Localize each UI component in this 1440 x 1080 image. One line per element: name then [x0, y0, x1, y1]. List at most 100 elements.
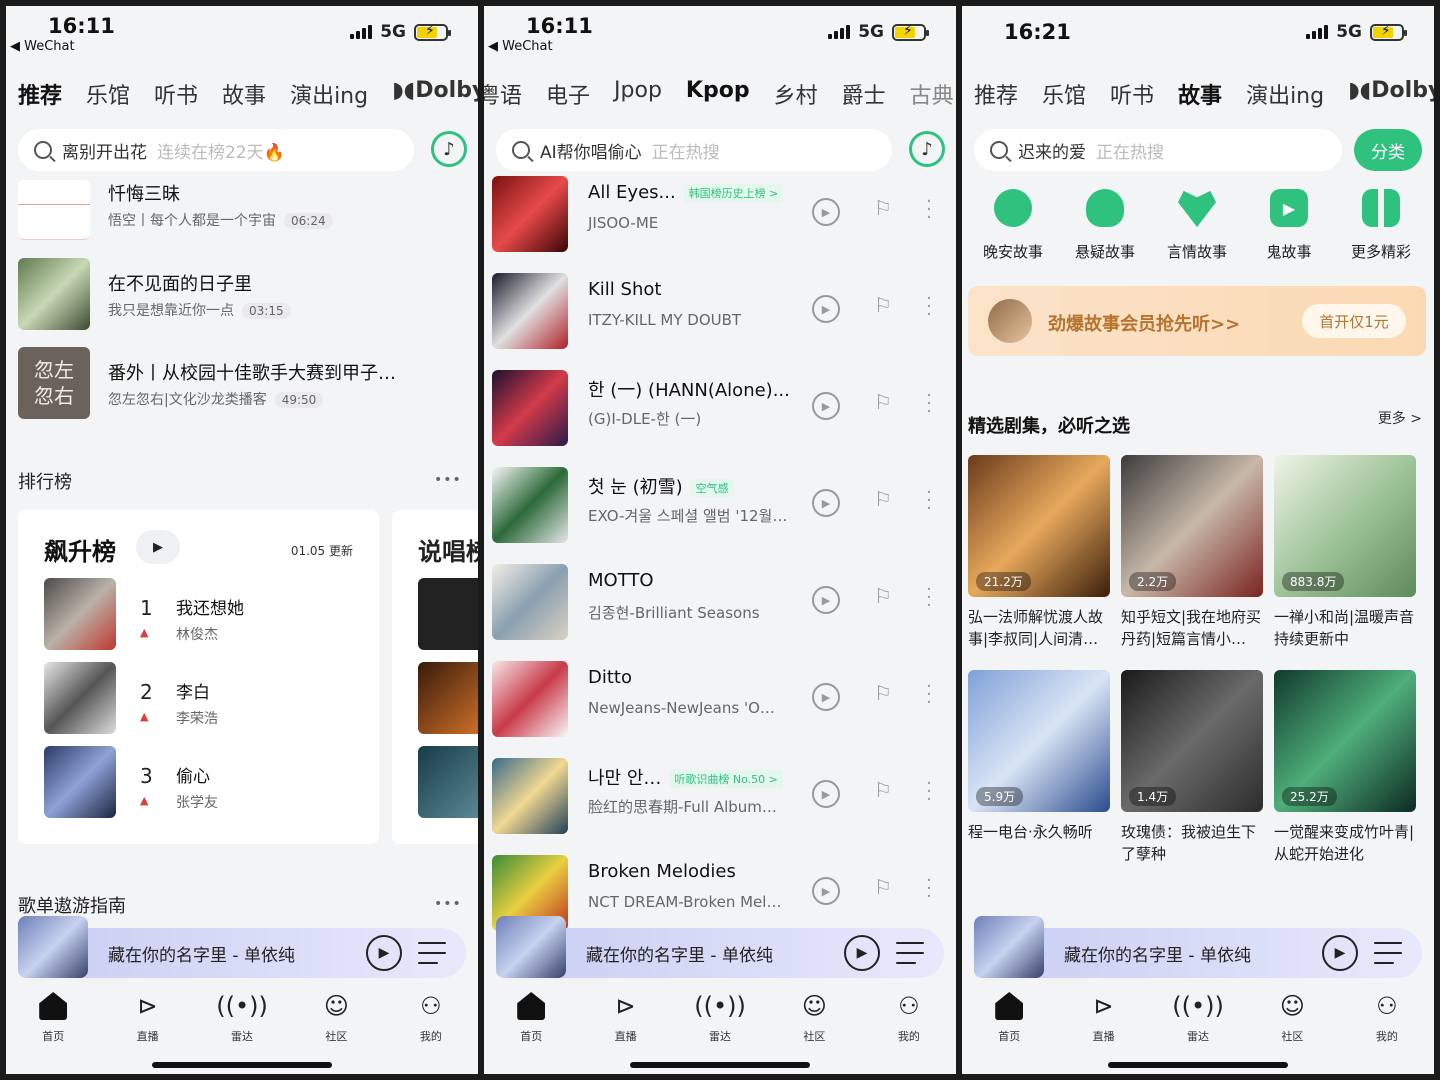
rank-song-title[interactable]: 我还想她 [176, 594, 244, 619]
song-title[interactable]: 첫 눈 (初雪) 空气感 [588, 473, 734, 499]
list-item-cover[interactable] [18, 258, 90, 330]
song-tag-badge[interactable]: 空气感 [690, 479, 734, 497]
nav-community[interactable]: ☺ 社区 [289, 990, 383, 1060]
song-row[interactable]: 한 (一) (HANN(Alone)... (G)I-DLE-한 (一) ▶ ⚐ · · · [484, 370, 956, 460]
tab-audiobooks[interactable]: 听书 [1110, 78, 1154, 118]
category-more[interactable]: 更多精彩 [1336, 189, 1426, 262]
tab-recommend[interactable]: 推荐 [18, 78, 62, 118]
category-ghost[interactable]: ▶ 鬼故事 [1244, 189, 1334, 262]
nav-home[interactable]: 首页 [962, 990, 1056, 1060]
poster-title[interactable]: 玫瑰债：我被迫生下了孽种 [1121, 821, 1263, 865]
song-title[interactable]: 나만 안… 听歌识曲榜 No.50 > [588, 764, 783, 790]
banner-cta-button[interactable]: 首开仅1元 [1302, 304, 1406, 338]
nav-community[interactable]: ☺ 社区 [767, 990, 861, 1060]
more-vertical-icon[interactable]: · · · [924, 484, 934, 518]
tab-electronic[interactable]: 电子 [546, 78, 590, 118]
rank-card-peek[interactable]: 说唱榜 [392, 510, 478, 844]
more-dots-icon[interactable]: ••• [434, 896, 462, 912]
tab-shows[interactable]: 演出ing [290, 78, 368, 118]
song-cover[interactable] [492, 661, 568, 737]
tab-country[interactable]: 乡村 [774, 78, 818, 118]
video-play-icon[interactable]: ▶ [812, 295, 840, 323]
song-cover[interactable] [492, 273, 568, 349]
song-title[interactable]: Broken Melodies [588, 861, 736, 882]
more-vertical-icon[interactable]: · · · [924, 775, 934, 809]
poster-card[interactable]: 1.4万 [1121, 670, 1263, 812]
play-icon[interactable]: ▶ [136, 530, 180, 564]
category-romance[interactable]: 言情故事 [1152, 189, 1242, 262]
poster-card[interactable]: 5.9万 [968, 670, 1110, 812]
nav-radar[interactable]: ((•)) 雷达 [673, 990, 767, 1060]
song-cover[interactable] [492, 176, 568, 252]
song-title[interactable]: MOTTO [588, 570, 654, 591]
nav-home[interactable]: 首页 [484, 990, 578, 1060]
category-mystery[interactable]: 悬疑故事 [1060, 189, 1150, 262]
nav-me[interactable]: ⚇ 我的 [862, 990, 956, 1060]
tab-recommend[interactable]: 推荐 [974, 78, 1018, 118]
play-icon[interactable]: ▶ [1322, 935, 1358, 971]
vip-banner[interactable]: 劲爆故事会员抢先听>> 首开仅1元 [968, 286, 1426, 356]
flag-icon[interactable]: ⚐ [874, 875, 892, 899]
rank-cover[interactable] [44, 662, 116, 734]
nav-radar[interactable]: ((•)) 雷达 [1151, 990, 1245, 1060]
nav-live[interactable]: ⊳ 直播 [578, 990, 672, 1060]
more-vertical-icon[interactable]: · · · [924, 290, 934, 324]
more-link[interactable]: 更多 > [1378, 408, 1422, 428]
song-cover[interactable] [492, 467, 568, 543]
tab-audiobooks[interactable]: 听书 [154, 78, 198, 118]
poster-title[interactable]: 一觉醒来变成竹叶青|从蛇开始进化 [1274, 821, 1416, 865]
more-dots-icon[interactable]: ••• [434, 472, 462, 488]
song-row[interactable]: Kill Shot ITZY-KILL MY DOUBT ▶ ⚐ · · · [484, 273, 956, 363]
playlist-icon[interactable] [896, 942, 924, 964]
nav-live[interactable]: ⊳ 直播 [1056, 990, 1150, 1060]
poster-title[interactable]: 弘一法师解忧渡人故事|李叔同|人间清… [968, 606, 1110, 650]
more-vertical-icon[interactable]: · · · [924, 872, 934, 906]
play-icon[interactable]: ▶ [366, 935, 402, 971]
song-row[interactable]: 나만 안… 听歌识曲榜 No.50 > 脸红的思春期-Full Album… ▶ ⚐ · ·… [484, 758, 956, 848]
nav-community[interactable]: ☺ 社区 [1245, 990, 1339, 1060]
list-item-title[interactable]: 忏悔三昧 [108, 180, 180, 206]
tab-kpop[interactable]: Kpop [686, 78, 750, 118]
song-row[interactable]: Ditto NewJeans-NewJeans 'O… ▶ ⚐ · · · [484, 661, 956, 751]
tab-music-hall[interactable]: 乐馆 [1042, 78, 1086, 118]
song-tag-badge[interactable]: 听歌识曲榜 No.50 > [669, 770, 783, 788]
more-vertical-icon[interactable]: · · · [924, 678, 934, 712]
player-title[interactable]: 藏在你的名字里 - 单依纯 [108, 941, 295, 966]
song-row[interactable]: MOTTO 김종현-Brilliant Seasons ▶ ⚐ · · · [484, 564, 956, 654]
song-title[interactable]: Kill Shot [588, 279, 661, 300]
poster-title[interactable]: 一禅小和尚|温暖声音持续更新中 [1274, 606, 1416, 650]
search-input[interactable]: 迟来的爱 正在热搜 [974, 129, 1342, 171]
flag-icon[interactable]: ⚐ [874, 196, 892, 220]
music-recognition-icon[interactable]: ♪ [909, 131, 945, 167]
podcast-cover[interactable]: 忽左 忽右 [18, 347, 90, 419]
mini-player[interactable]: 藏在你的名字里 - 单依纯 ▶ [18, 916, 466, 978]
poster-title[interactable]: 程一电台·永久畅听 [968, 821, 1110, 843]
flag-icon[interactable]: ⚐ [874, 293, 892, 317]
video-play-icon[interactable]: ▶ [812, 392, 840, 420]
list-item-title[interactable]: 番外丨从校园十佳歌手大赛到甲子… [108, 359, 396, 385]
tab-shows[interactable]: 演出ing [1246, 78, 1324, 118]
tab-jpop[interactable]: Jpop [614, 78, 662, 118]
tab-jazz[interactable]: 爵士 [842, 78, 886, 118]
tab-stories[interactable]: 故事 [222, 78, 266, 118]
back-to-wechat[interactable]: ◀ WeChat [488, 39, 553, 54]
song-row[interactable]: 첫 눈 (初雪) 空气感 EXO-겨울 스페셜 앨범 '12월… ▶ ⚐ · · · [484, 467, 956, 557]
nav-me[interactable]: ⚇ 我的 [1340, 990, 1434, 1060]
song-cover[interactable] [492, 564, 568, 640]
tab-music-hall[interactable]: 乐馆 [86, 78, 130, 118]
video-play-icon[interactable]: ▶ [812, 489, 840, 517]
list-item-cover[interactable] [18, 180, 90, 240]
flag-icon[interactable]: ⚐ [874, 584, 892, 608]
category-button[interactable]: 分类 [1354, 129, 1422, 171]
tab-dolby[interactable]: ◗◖Dolby [392, 78, 478, 118]
rank-card[interactable]: 飙升榜 ▶ 01.05 更新 1 ▲ 我还想她 林俊杰 2 ▲ 李白 李荣浩 3… [18, 510, 379, 844]
poster-card[interactable]: 25.2万 [1274, 670, 1416, 812]
more-vertical-icon[interactable]: · · · [924, 387, 934, 421]
song-tag-badge[interactable]: 韩国榜历史上榜 > [683, 184, 784, 202]
more-vertical-icon[interactable]: · · · [924, 193, 934, 227]
song-title[interactable]: All Eyes... 韩国榜历史上榜 > [588, 182, 784, 203]
rank-cover[interactable] [44, 746, 116, 818]
flag-icon[interactable]: ⚐ [874, 681, 892, 705]
video-play-icon[interactable]: ▶ [812, 780, 840, 808]
flag-icon[interactable]: ⚐ [874, 390, 892, 414]
